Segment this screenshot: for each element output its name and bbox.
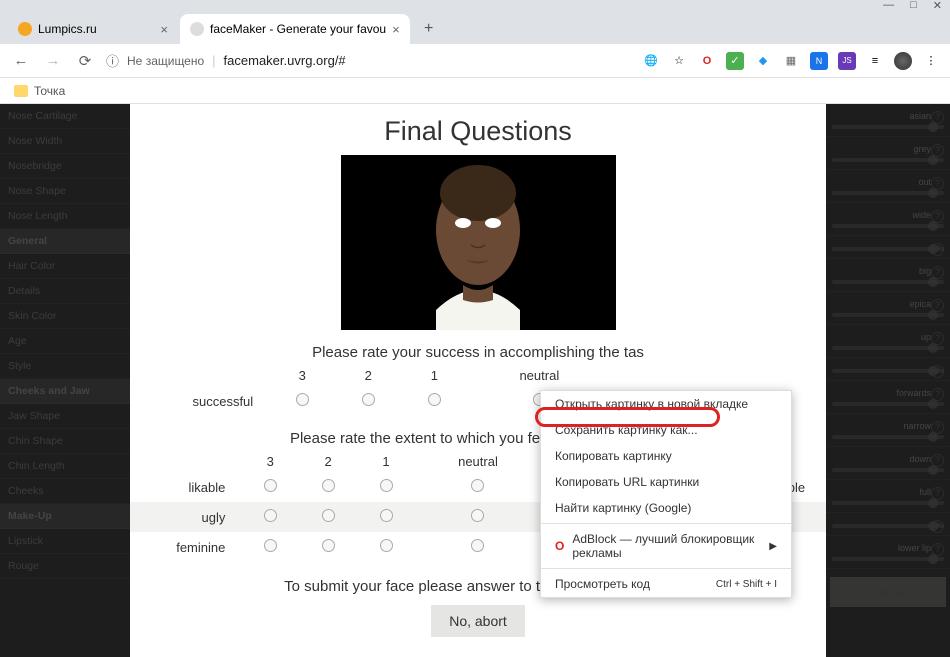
radio-button[interactable] bbox=[322, 479, 335, 492]
extension-icons: 🌐 ☆ O ✓ ◆ ▦ N JS ≡ ⋮ bbox=[642, 52, 940, 70]
favicon-icon bbox=[18, 22, 32, 36]
ctx-separator bbox=[541, 568, 791, 569]
face-image[interactable] bbox=[341, 155, 616, 330]
row-label-left: successful bbox=[130, 386, 269, 416]
ctx-copy-url[interactable]: Копировать URL картинки bbox=[541, 469, 791, 495]
url-text: facemaker.uvrg.org/# bbox=[224, 53, 346, 68]
radio-button[interactable] bbox=[380, 479, 393, 492]
ctx-separator bbox=[541, 523, 791, 524]
dim-overlay-right bbox=[826, 104, 950, 657]
ctx-save-image-as[interactable]: Сохранить картинку как... bbox=[541, 417, 791, 443]
radio-button[interactable] bbox=[471, 509, 484, 522]
ctx-inspect[interactable]: Просмотреть код Ctrl + Shift + I bbox=[541, 571, 791, 597]
ctx-open-new-tab[interactable]: Открыть картинку в новой вкладке bbox=[541, 391, 791, 417]
n-icon[interactable]: N bbox=[810, 52, 828, 70]
tab-bar: Lumpics.ru × faceMaker - Generate your f… bbox=[0, 10, 950, 44]
context-menu: Открыть картинку в новой вкладке Сохрани… bbox=[540, 390, 792, 598]
radio-button[interactable] bbox=[428, 393, 441, 406]
ctx-adblock[interactable]: O AdBlock — лучший блокировщик рекламы ▶ bbox=[541, 526, 791, 566]
maximize-button[interactable]: □ bbox=[910, 0, 917, 11]
js-icon[interactable]: JS bbox=[838, 52, 856, 70]
radio-button[interactable] bbox=[322, 509, 335, 522]
shield-icon[interactable]: ◆ bbox=[754, 52, 772, 70]
minimize-button[interactable]: — bbox=[883, 0, 894, 11]
close-button[interactable]: ✕ bbox=[933, 0, 942, 12]
grid-icon[interactable]: ▦ bbox=[782, 52, 800, 70]
avatar-icon[interactable] bbox=[894, 52, 912, 70]
question-1-label: Please rate your success in accomplishin… bbox=[130, 330, 826, 365]
ctx-search-image[interactable]: Найти картинку (Google) bbox=[541, 495, 791, 521]
face-render bbox=[341, 155, 616, 330]
folder-icon bbox=[14, 85, 28, 97]
translate-icon[interactable]: 🌐 bbox=[642, 52, 660, 70]
radio-button[interactable] bbox=[322, 539, 335, 552]
url-field[interactable]: ⓘ Не защищено | facemaker.uvrg.org/# bbox=[106, 51, 632, 70]
chevron-right-icon: ▶ bbox=[769, 541, 777, 552]
radio-button[interactable] bbox=[471, 539, 484, 552]
radio-button[interactable] bbox=[471, 479, 484, 492]
radio-button[interactable] bbox=[362, 393, 375, 406]
new-tab-button[interactable]: + bbox=[416, 16, 442, 42]
row-label-left: ugly bbox=[130, 502, 241, 532]
row-label-left: feminine bbox=[130, 532, 241, 562]
shortcut-label: Ctrl + Shift + I bbox=[716, 579, 777, 590]
tab-title: faceMaker - Generate your favou bbox=[210, 22, 386, 36]
security-label: Не защищено bbox=[127, 54, 204, 68]
window-controls: — □ ✕ bbox=[0, 0, 950, 10]
radio-button[interactable] bbox=[296, 393, 309, 406]
tab-facemaker[interactable]: faceMaker - Generate your favou × bbox=[180, 14, 410, 44]
radio-button[interactable] bbox=[264, 539, 277, 552]
page-content: Nose Cartilage Nose Width Nosebridge Nos… bbox=[0, 104, 950, 657]
radio-button[interactable] bbox=[264, 509, 277, 522]
modal-title: Final Questions bbox=[130, 104, 826, 155]
security-icon: ⓘ bbox=[106, 51, 119, 70]
radio-button[interactable] bbox=[380, 539, 393, 552]
back-button[interactable]: ← bbox=[10, 50, 32, 72]
check-icon[interactable]: ✓ bbox=[726, 52, 744, 70]
opera-icon[interactable]: O bbox=[698, 52, 716, 70]
tab-title: Lumpics.ru bbox=[38, 22, 97, 36]
address-bar: ← → ⟳ ⓘ Не защищено | facemaker.uvrg.org… bbox=[0, 44, 950, 78]
reload-button[interactable]: ⟳ bbox=[74, 50, 96, 72]
radio-button[interactable] bbox=[380, 509, 393, 522]
list-icon[interactable]: ≡ bbox=[866, 52, 884, 70]
tab-lumpics[interactable]: Lumpics.ru × bbox=[8, 14, 178, 44]
star-icon[interactable]: ☆ bbox=[670, 52, 688, 70]
bookmark-folder[interactable]: Точка bbox=[34, 84, 65, 98]
menu-icon[interactable]: ⋮ bbox=[922, 52, 940, 70]
forward-button[interactable]: → bbox=[42, 50, 64, 72]
favicon-icon bbox=[190, 22, 204, 36]
abort-button[interactable]: No, abort bbox=[431, 605, 525, 637]
dim-overlay-left bbox=[0, 104, 130, 657]
tab-close-icon[interactable]: × bbox=[160, 22, 168, 37]
radio-button[interactable] bbox=[264, 479, 277, 492]
tab-close-icon[interactable]: × bbox=[392, 22, 400, 37]
ctx-copy-image[interactable]: Копировать картинку bbox=[541, 443, 791, 469]
row-label-left: likable bbox=[130, 472, 241, 502]
bookmark-bar: Точка bbox=[0, 78, 950, 104]
